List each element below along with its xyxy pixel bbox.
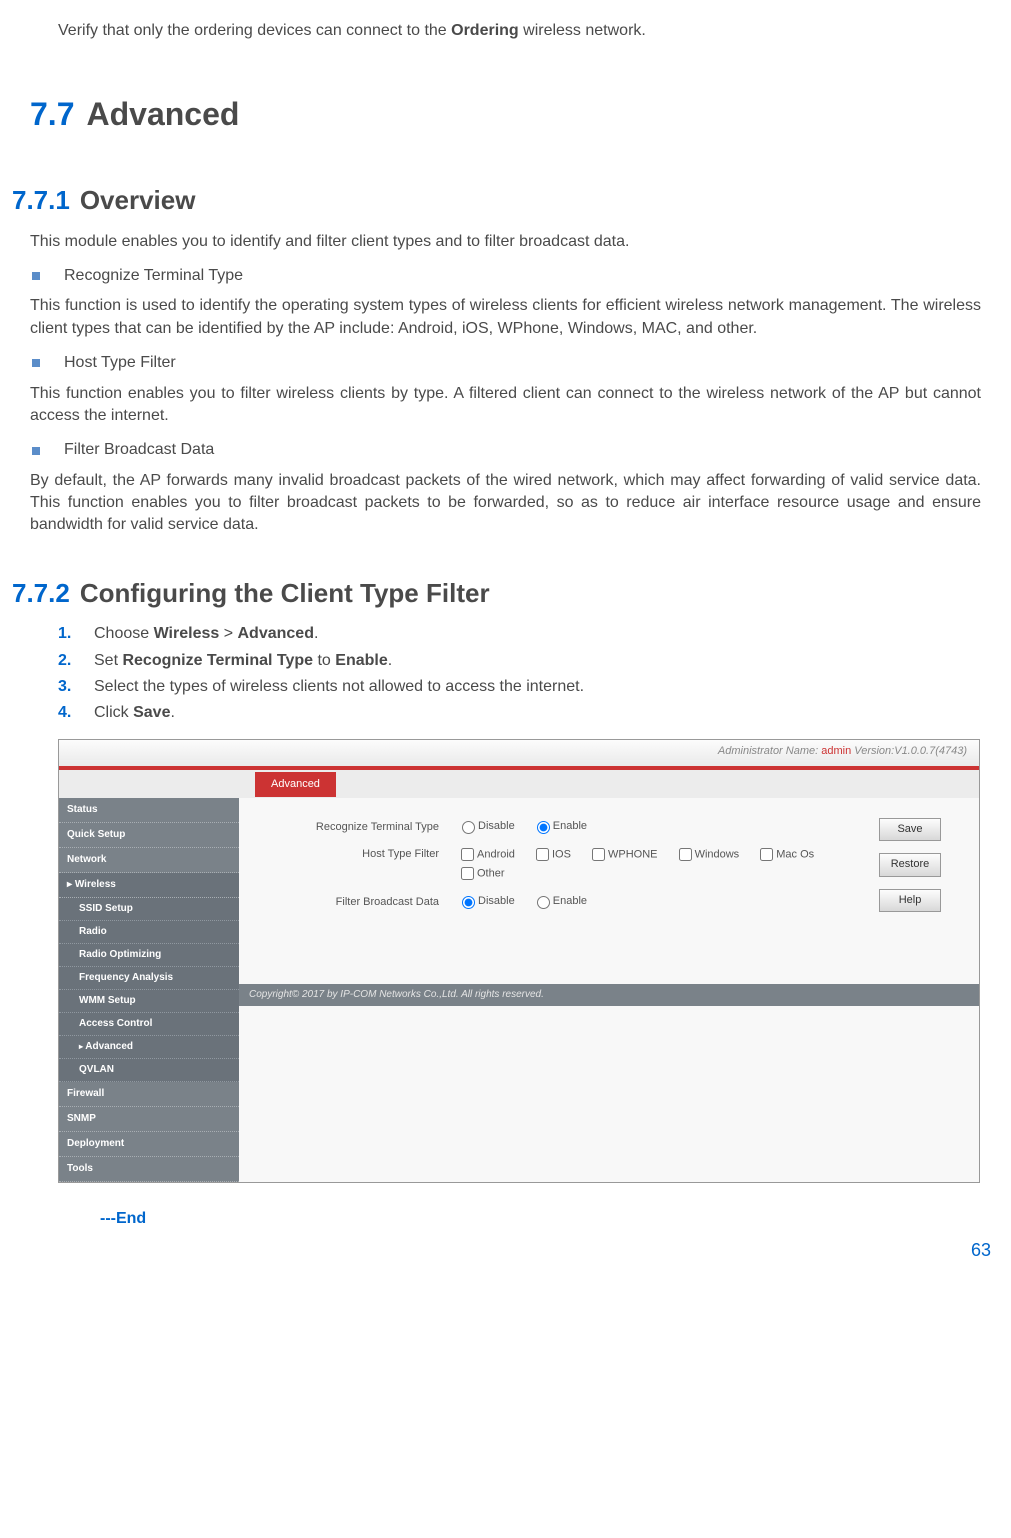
nav-radio[interactable]: Radio bbox=[59, 921, 239, 944]
radio-enable[interactable]: Enable bbox=[532, 818, 587, 834]
bullet-label: Recognize Terminal Type bbox=[64, 265, 243, 287]
nav-qvlan[interactable]: QVLAN bbox=[59, 1059, 239, 1082]
ss-form: Recognize Terminal Type Disable Enable H… bbox=[259, 818, 869, 924]
radio-broadcast-enable[interactable]: Enable bbox=[532, 893, 587, 909]
nav-ssid-setup[interactable]: SSID Setup bbox=[59, 898, 239, 921]
help-button[interactable]: Help bbox=[879, 889, 941, 912]
verify-prefix: Verify that only the ordering devices ca… bbox=[58, 22, 451, 39]
step-num: 4. bbox=[58, 702, 76, 724]
step-text: Select the types of wireless clients not… bbox=[94, 676, 584, 698]
radio-disable[interactable]: Disable bbox=[457, 818, 515, 834]
step-1: 1. Choose Wireless > Advanced. bbox=[58, 623, 981, 645]
overview-p2: This function is used to identify the op… bbox=[30, 295, 981, 340]
ss-buttons: Save Restore Help bbox=[869, 818, 959, 924]
step-text: Click Save. bbox=[94, 702, 175, 724]
nav-advanced[interactable]: Advanced bbox=[59, 1036, 239, 1059]
row-recognize-terminal: Recognize Terminal Type Disable Enable bbox=[259, 818, 869, 835]
ss-version: Version:V1.0.0.7(4743) bbox=[854, 745, 967, 757]
controls-host-filter: Android IOS WPHONE Windows Mac Os Other bbox=[457, 845, 869, 883]
heading-7-7-2-num: 7.7.2 bbox=[12, 578, 70, 608]
bullet-label: Host Type Filter bbox=[64, 352, 176, 374]
save-button[interactable]: Save bbox=[879, 818, 941, 841]
ss-sidebar: Status Quick Setup Network ▸ Wireless SS… bbox=[59, 770, 239, 1182]
steps-list: 1. Choose Wireless > Advanced. 2. Set Re… bbox=[30, 623, 981, 725]
tab-advanced[interactable]: Advanced bbox=[255, 772, 336, 797]
cb-ios[interactable]: IOS bbox=[532, 845, 571, 864]
nav-network[interactable]: Network bbox=[59, 848, 239, 873]
bullet-broadcast: Filter Broadcast Data bbox=[30, 439, 981, 461]
restore-button[interactable]: Restore bbox=[879, 853, 941, 876]
verify-suffix: wireless network. bbox=[519, 22, 646, 39]
ss-topbar: Administrator Name: admin Version:V1.0.0… bbox=[59, 740, 979, 766]
bullet-icon bbox=[32, 272, 40, 280]
heading-7-7-1: 7.7.1 Overview bbox=[12, 182, 981, 218]
page-number: 63 bbox=[30, 1238, 991, 1263]
nav-wmm-setup[interactable]: WMM Setup bbox=[59, 990, 239, 1013]
step-4: 4. Click Save. bbox=[58, 702, 981, 724]
nav-quick-setup[interactable]: Quick Setup bbox=[59, 823, 239, 848]
ss-body: Status Quick Setup Network ▸ Wireless SS… bbox=[59, 770, 979, 1182]
controls-broadcast: Disable Enable bbox=[457, 893, 869, 909]
row-filter-broadcast: Filter Broadcast Data Disable Enable bbox=[259, 893, 869, 910]
verify-bold: Ordering bbox=[451, 22, 519, 39]
heading-7-7-2-title: Configuring the Client Type Filter bbox=[80, 578, 490, 608]
nav-deployment[interactable]: Deployment bbox=[59, 1132, 239, 1157]
ss-admin-name: admin bbox=[821, 745, 851, 757]
label-broadcast: Filter Broadcast Data bbox=[259, 893, 457, 910]
overview-p1: This module enables you to identify and … bbox=[30, 231, 981, 253]
nav-status[interactable]: Status bbox=[59, 798, 239, 823]
heading-7-7-1-title: Overview bbox=[80, 185, 196, 215]
nav-frequency-analysis[interactable]: Frequency Analysis bbox=[59, 967, 239, 990]
ss-sidebar-spacer bbox=[59, 770, 239, 798]
nav-access-control[interactable]: Access Control bbox=[59, 1013, 239, 1036]
cb-macos[interactable]: Mac Os bbox=[756, 845, 814, 864]
bullet-icon bbox=[32, 359, 40, 367]
step-num: 1. bbox=[58, 623, 76, 645]
overview-p3: This function enables you to filter wire… bbox=[30, 383, 981, 428]
verify-line: Verify that only the ordering devices ca… bbox=[58, 20, 981, 42]
nav-wireless[interactable]: ▸ Wireless bbox=[59, 873, 239, 898]
nav-tools[interactable]: Tools bbox=[59, 1157, 239, 1182]
nav-snmp[interactable]: SNMP bbox=[59, 1107, 239, 1132]
overview-p4: By default, the AP forwards many invalid… bbox=[30, 470, 981, 537]
step-num: 3. bbox=[58, 676, 76, 698]
ss-footer: Copyright© 2017 by IP-COM Networks Co.,L… bbox=[239, 984, 979, 1006]
router-screenshot: Administrator Name: admin Version:V1.0.0… bbox=[58, 739, 980, 1183]
bullet-icon bbox=[32, 447, 40, 455]
cb-windows[interactable]: Windows bbox=[675, 845, 740, 864]
label-host-filter: Host Type Filter bbox=[259, 845, 457, 862]
end-marker: ---End bbox=[100, 1208, 981, 1230]
heading-7-7-1-num: 7.7.1 bbox=[12, 185, 70, 215]
bullet-recognize: Recognize Terminal Type bbox=[30, 265, 981, 287]
bullet-label: Filter Broadcast Data bbox=[64, 439, 214, 461]
cb-other[interactable]: Other bbox=[457, 864, 505, 883]
nav-firewall[interactable]: Firewall bbox=[59, 1082, 239, 1107]
ss-admin-label: Administrator Name: bbox=[718, 745, 818, 757]
heading-7-7-2: 7.7.2 Configuring the Client Type Filter bbox=[12, 575, 981, 611]
step-text: Set Recognize Terminal Type to Enable. bbox=[94, 650, 392, 672]
radio-broadcast-disable[interactable]: Disable bbox=[457, 893, 515, 909]
heading-7-7: 7.7 Advanced bbox=[30, 92, 981, 137]
ss-tab-bar: Advanced bbox=[239, 770, 979, 798]
nav-radio-optimizing[interactable]: Radio Optimizing bbox=[59, 944, 239, 967]
heading-7-7-num: 7.7 bbox=[30, 96, 74, 132]
bullet-host-filter: Host Type Filter bbox=[30, 352, 981, 374]
ss-content: Recognize Terminal Type Disable Enable H… bbox=[239, 798, 979, 984]
ss-main: Advanced Recognize Terminal Type Disable… bbox=[239, 770, 979, 1182]
cb-android[interactable]: Android bbox=[457, 845, 515, 864]
cb-wphone[interactable]: WPHONE bbox=[588, 845, 658, 864]
step-num: 2. bbox=[58, 650, 76, 672]
step-3: 3. Select the types of wireless clients … bbox=[58, 676, 981, 698]
step-text: Choose Wireless > Advanced. bbox=[94, 623, 318, 645]
heading-7-7-title: Advanced bbox=[86, 96, 239, 132]
row-host-type-filter: Host Type Filter Android IOS WPHONE Wind… bbox=[259, 845, 869, 883]
label-recognize: Recognize Terminal Type bbox=[259, 818, 457, 835]
controls-recognize: Disable Enable bbox=[457, 818, 869, 834]
step-2: 2. Set Recognize Terminal Type to Enable… bbox=[58, 650, 981, 672]
